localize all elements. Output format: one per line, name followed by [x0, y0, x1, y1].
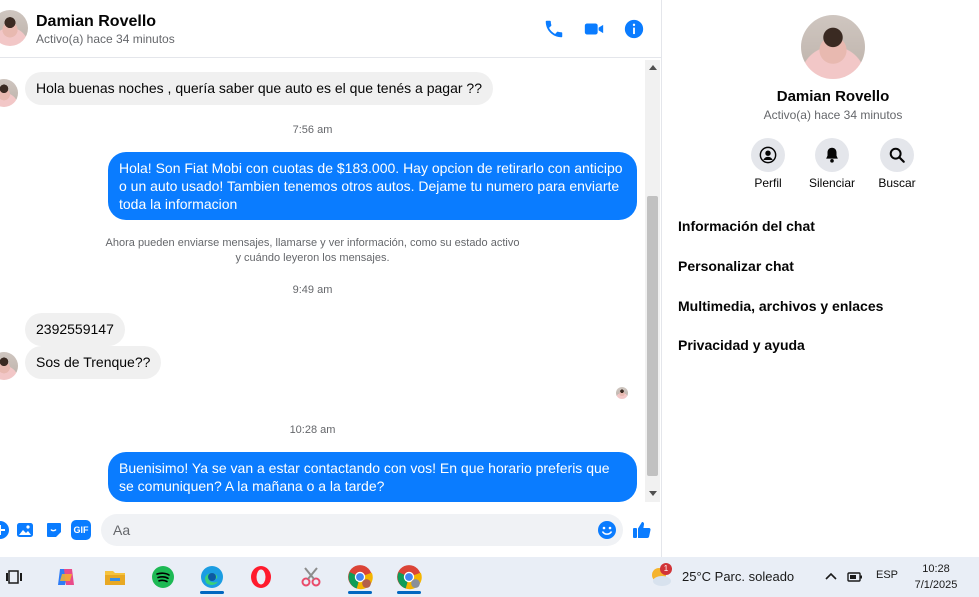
privacy-notice: Ahora pueden enviarse mensajes, llamarse…	[0, 236, 625, 266]
screen: Damian Rovello Activo(a) hace 34 minutos…	[0, 0, 979, 597]
active-app-indicator	[397, 591, 421, 594]
contact-name[interactable]: Damian Rovello	[36, 13, 156, 31]
message-input[interactable]	[101, 514, 623, 546]
section-label: Información del chat	[678, 218, 815, 234]
profile-button[interactable]: Perfil	[738, 138, 798, 190]
active-app-indicator	[348, 591, 372, 594]
edge-icon[interactable]	[198, 563, 226, 594]
section-label: Privacidad y ayuda	[678, 337, 805, 353]
info-contact-name: Damian Rovello	[776, 88, 890, 105]
scroll-down-arrow[interactable]	[649, 491, 657, 496]
windows-taskbar: 1 25°C Parc. soleado ESP 10:28 7/1/2025	[0, 557, 979, 597]
chat-header: Damian Rovello Activo(a) hace 34 minutos	[0, 0, 662, 58]
weather-badge: 1	[660, 563, 672, 575]
clock-date: 7/1/2025	[914, 579, 958, 591]
task-view-icon[interactable]	[1, 563, 29, 591]
section-privacy-help[interactable]: Privacidad y ayuda	[678, 337, 979, 353]
section-label: Multimedia, archivos y enlaces	[678, 298, 884, 314]
active-app-indicator	[200, 591, 224, 594]
contact-avatar-small[interactable]	[0, 352, 18, 380]
bell-icon	[826, 147, 838, 163]
message-timestamp: 7:56 am	[292, 124, 333, 136]
message-timestamp: 10:28 am	[289, 424, 336, 436]
clock-time: 10:28	[922, 563, 950, 575]
snipping-tool-icon[interactable]	[297, 563, 325, 591]
thumbs-up-icon[interactable]	[632, 520, 652, 540]
privacy-notice-line: Ahora pueden enviarse mensajes, llamarse…	[105, 237, 520, 249]
outgoing-message[interactable]: Hola! Son Fiat Mobi con cuotas de $183.0…	[108, 152, 637, 220]
profile-label: Perfil	[754, 176, 782, 190]
section-media-files-links[interactable]: Multimedia, archivos y enlaces	[678, 298, 979, 314]
incoming-message[interactable]: Sos de Trenque??	[25, 346, 162, 379]
sticker-icon[interactable]	[44, 520, 64, 540]
chrome-profile-icon[interactable]	[395, 563, 423, 594]
battery-network-icon[interactable]	[847, 570, 865, 584]
chrome-icon[interactable]	[346, 563, 374, 594]
section-chat-info[interactable]: Información del chat	[678, 218, 979, 234]
contact-avatar-small[interactable]	[0, 79, 18, 107]
chevron-up-icon[interactable]	[824, 570, 838, 582]
gif-icon[interactable]: GIF	[71, 520, 91, 540]
opera-icon[interactable]	[247, 563, 275, 591]
privacy-notice-line: y cuándo leyeron los mensajes.	[235, 252, 390, 264]
info-contact-status: Activo(a) hace 34 minutos	[763, 108, 903, 122]
mute-label: Silenciar	[808, 176, 856, 190]
search-button[interactable]: Buscar	[867, 138, 927, 190]
scroll-thumb[interactable]	[647, 196, 658, 476]
spotify-icon[interactable]	[149, 563, 177, 591]
emoji-icon[interactable]	[597, 520, 617, 540]
profile-icon	[759, 146, 777, 164]
search-label: Buscar	[878, 176, 916, 190]
contact-avatar[interactable]	[0, 10, 28, 46]
outgoing-message[interactable]: Buenisimo! Ya se van a estar contactando…	[108, 452, 637, 502]
incoming-message[interactable]: 2392559147	[25, 313, 125, 346]
weather-widget[interactable]: 1 25°C Parc. soleado	[648, 563, 808, 589]
incoming-message[interactable]: Hola buenas noches , quería saber que au…	[25, 72, 493, 105]
info-icon[interactable]	[623, 18, 645, 40]
chat-info-panel: Damian Rovello Activo(a) hace 34 minutos…	[663, 0, 979, 557]
chat-panel: Damian Rovello Activo(a) hace 34 minutos…	[0, 0, 662, 557]
phone-icon[interactable]	[543, 18, 565, 40]
contact-avatar-large[interactable]	[801, 15, 865, 79]
weather-text: 25°C Parc. soleado	[682, 569, 795, 584]
seen-indicator-avatar	[616, 387, 628, 399]
message-composer: GIF	[0, 510, 662, 550]
scroll-up-arrow[interactable]	[649, 65, 657, 70]
system-clock[interactable]: 10:28 7/1/2025	[906, 561, 966, 593]
message-timestamp: 9:49 am	[292, 284, 333, 296]
copilot-icon[interactable]	[52, 563, 80, 591]
search-icon	[889, 147, 905, 163]
mute-button[interactable]: Silenciar	[802, 138, 862, 190]
video-call-icon[interactable]	[583, 18, 605, 40]
plus-icon[interactable]	[0, 520, 10, 540]
image-icon[interactable]	[15, 520, 35, 540]
language-indicator[interactable]: ESP	[876, 569, 898, 581]
section-customize-chat[interactable]: Personalizar chat	[678, 258, 979, 274]
file-explorer-icon[interactable]	[101, 563, 129, 591]
contact-status: Activo(a) hace 34 minutos	[36, 32, 175, 46]
section-label: Personalizar chat	[678, 258, 794, 274]
chat-scrollbar[interactable]	[645, 60, 660, 502]
